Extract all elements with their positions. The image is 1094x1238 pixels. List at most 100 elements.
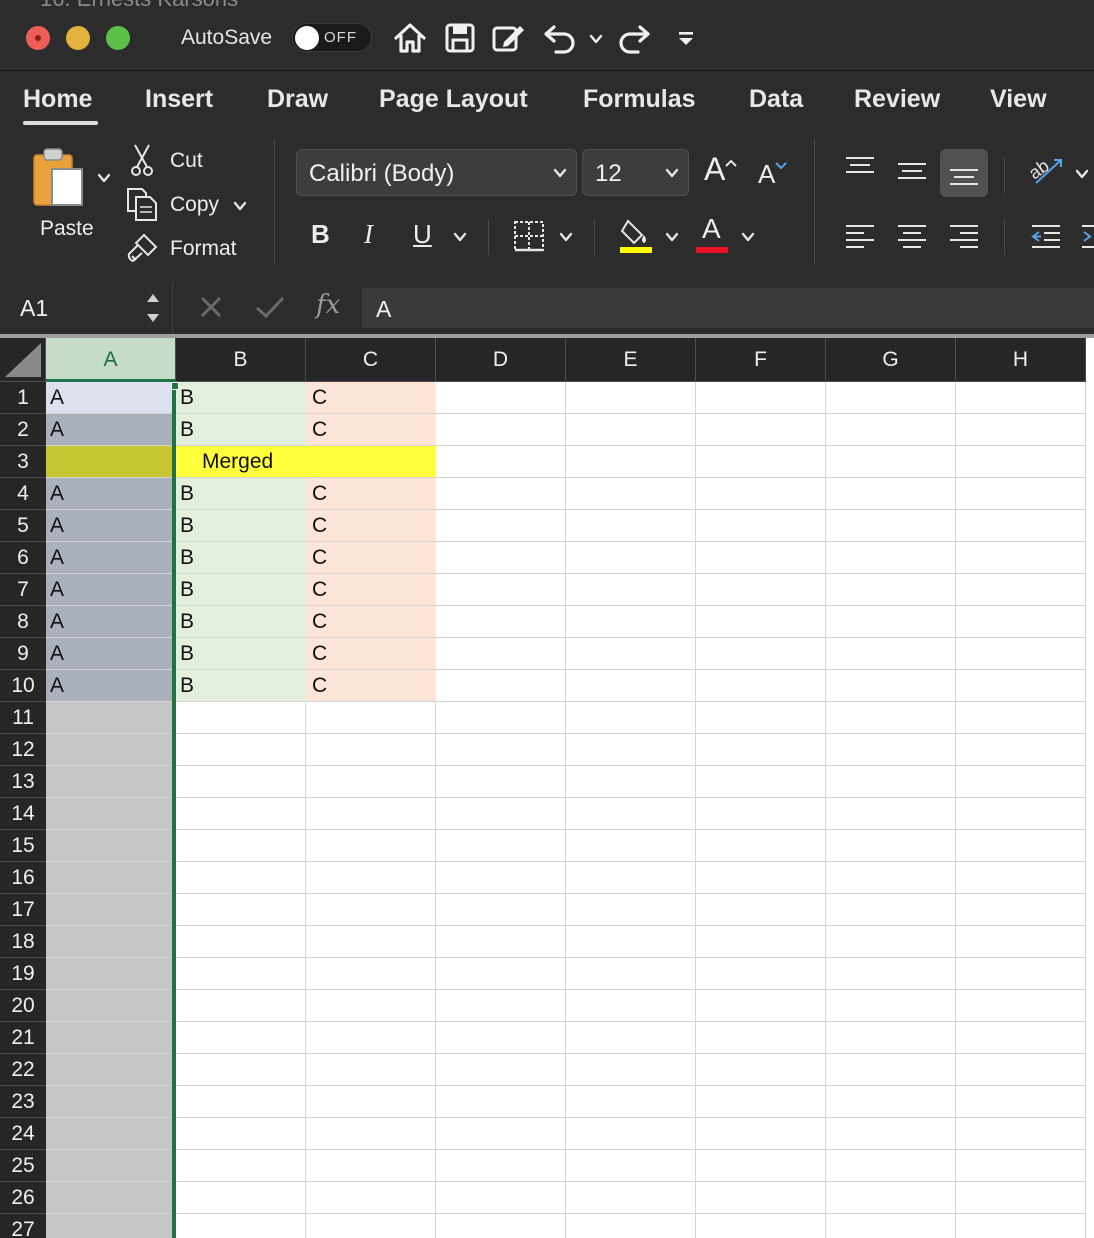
cell-e24[interactable] bbox=[566, 1118, 696, 1150]
row-header-6[interactable]: 6 bbox=[0, 542, 46, 574]
cell-g18[interactable] bbox=[826, 926, 956, 958]
tab-data[interactable]: Data bbox=[749, 85, 803, 114]
cell-c6[interactable]: C bbox=[306, 542, 436, 574]
cell-f26[interactable] bbox=[696, 1182, 826, 1214]
row-header-21[interactable]: 21 bbox=[0, 1022, 46, 1054]
row-header-24[interactable]: 24 bbox=[0, 1118, 46, 1150]
cell-d3[interactable] bbox=[436, 446, 566, 478]
align-center-icon[interactable] bbox=[896, 223, 928, 251]
cell-g20[interactable] bbox=[826, 990, 956, 1022]
cell-c17[interactable] bbox=[306, 894, 436, 926]
cell-f16[interactable] bbox=[696, 862, 826, 894]
borders-dropdown-icon[interactable] bbox=[558, 229, 574, 245]
cell-c15[interactable] bbox=[306, 830, 436, 862]
cell-b15[interactable] bbox=[176, 830, 306, 862]
cell-f24[interactable] bbox=[696, 1118, 826, 1150]
cell-e20[interactable] bbox=[566, 990, 696, 1022]
format-painter-icon[interactable] bbox=[126, 231, 160, 265]
font-color-button[interactable]: A bbox=[702, 213, 721, 245]
cell-g2[interactable] bbox=[826, 414, 956, 446]
cell-h20[interactable] bbox=[956, 990, 1086, 1022]
row-header-25[interactable]: 25 bbox=[0, 1150, 46, 1182]
cell-d21[interactable] bbox=[436, 1022, 566, 1054]
cancel-icon[interactable] bbox=[198, 294, 224, 320]
cell-c10[interactable]: C bbox=[306, 670, 436, 702]
column-header-h[interactable]: H bbox=[956, 338, 1086, 382]
cell-e23[interactable] bbox=[566, 1086, 696, 1118]
close-window-button[interactable] bbox=[26, 26, 50, 50]
cell-a18[interactable] bbox=[46, 926, 176, 958]
cell-g7[interactable] bbox=[826, 574, 956, 606]
cell-a16[interactable] bbox=[46, 862, 176, 894]
cell-a11[interactable] bbox=[46, 702, 176, 734]
cell-f17[interactable] bbox=[696, 894, 826, 926]
cell-g21[interactable] bbox=[826, 1022, 956, 1054]
column-header-f[interactable]: F bbox=[696, 338, 826, 382]
cell-f15[interactable] bbox=[696, 830, 826, 862]
cell-g17[interactable] bbox=[826, 894, 956, 926]
cell-b6[interactable]: B bbox=[176, 542, 306, 574]
select-all-button[interactable] bbox=[0, 338, 46, 382]
cell-g6[interactable] bbox=[826, 542, 956, 574]
cell-b10[interactable]: B bbox=[176, 670, 306, 702]
row-header-11[interactable]: 11 bbox=[0, 702, 46, 734]
cell-b7[interactable]: B bbox=[176, 574, 306, 606]
autosave-toggle[interactable]: OFF bbox=[292, 23, 372, 52]
column-header-d[interactable]: D bbox=[436, 338, 566, 382]
cell-b14[interactable] bbox=[176, 798, 306, 830]
cell-a19[interactable] bbox=[46, 958, 176, 990]
cell-h9[interactable] bbox=[956, 638, 1086, 670]
cell-f14[interactable] bbox=[696, 798, 826, 830]
cell-b3[interactable]: Merged bbox=[176, 446, 436, 478]
row-header-9[interactable]: 9 bbox=[0, 638, 46, 670]
cell-b26[interactable] bbox=[176, 1182, 306, 1214]
cell-f3[interactable] bbox=[696, 446, 826, 478]
cell-h3[interactable] bbox=[956, 446, 1086, 478]
row-header-8[interactable]: 8 bbox=[0, 606, 46, 638]
cut-icon[interactable] bbox=[128, 143, 156, 177]
row-header-1[interactable]: 1 bbox=[0, 382, 46, 414]
cell-g3[interactable] bbox=[826, 446, 956, 478]
borders-icon[interactable] bbox=[512, 219, 546, 253]
cell-a6[interactable]: A bbox=[46, 542, 176, 574]
cell-b8[interactable]: B bbox=[176, 606, 306, 638]
save-icon[interactable] bbox=[442, 20, 478, 56]
name-box[interactable]: A1 bbox=[20, 295, 48, 322]
cell-e4[interactable] bbox=[566, 478, 696, 510]
align-bottom-button[interactable] bbox=[940, 149, 988, 197]
cut-button[interactable]: Cut bbox=[170, 149, 203, 173]
cell-e8[interactable] bbox=[566, 606, 696, 638]
cell-b2[interactable]: B bbox=[176, 414, 306, 446]
font-family-select[interactable]: Calibri (Body) bbox=[296, 149, 577, 196]
cell-f6[interactable] bbox=[696, 542, 826, 574]
cell-b1[interactable]: B bbox=[176, 382, 306, 414]
cell-e6[interactable] bbox=[566, 542, 696, 574]
cell-g16[interactable] bbox=[826, 862, 956, 894]
cell-a25[interactable] bbox=[46, 1150, 176, 1182]
cell-d16[interactable] bbox=[436, 862, 566, 894]
cell-a22[interactable] bbox=[46, 1054, 176, 1086]
name-box-stepper-icon[interactable] bbox=[144, 288, 162, 328]
cell-e11[interactable] bbox=[566, 702, 696, 734]
cell-e21[interactable] bbox=[566, 1022, 696, 1054]
cell-a4[interactable]: A bbox=[46, 478, 176, 510]
cell-h26[interactable] bbox=[956, 1182, 1086, 1214]
cell-h22[interactable] bbox=[956, 1054, 1086, 1086]
cell-h15[interactable] bbox=[956, 830, 1086, 862]
cell-a17[interactable] bbox=[46, 894, 176, 926]
cell-a20[interactable] bbox=[46, 990, 176, 1022]
cell-d22[interactable] bbox=[436, 1054, 566, 1086]
cell-d9[interactable] bbox=[436, 638, 566, 670]
cell-d10[interactable] bbox=[436, 670, 566, 702]
cell-c23[interactable] bbox=[306, 1086, 436, 1118]
cell-d1[interactable] bbox=[436, 382, 566, 414]
cell-b11[interactable] bbox=[176, 702, 306, 734]
column-header-b[interactable]: B bbox=[176, 338, 306, 382]
row-header-13[interactable]: 13 bbox=[0, 766, 46, 798]
tab-view[interactable]: View bbox=[990, 85, 1047, 114]
cell-g19[interactable] bbox=[826, 958, 956, 990]
orientation-dropdown-icon[interactable] bbox=[1074, 166, 1090, 182]
cell-e27[interactable] bbox=[566, 1214, 696, 1238]
cell-a27[interactable] bbox=[46, 1214, 176, 1238]
format-painter-button[interactable]: Format bbox=[170, 237, 237, 261]
